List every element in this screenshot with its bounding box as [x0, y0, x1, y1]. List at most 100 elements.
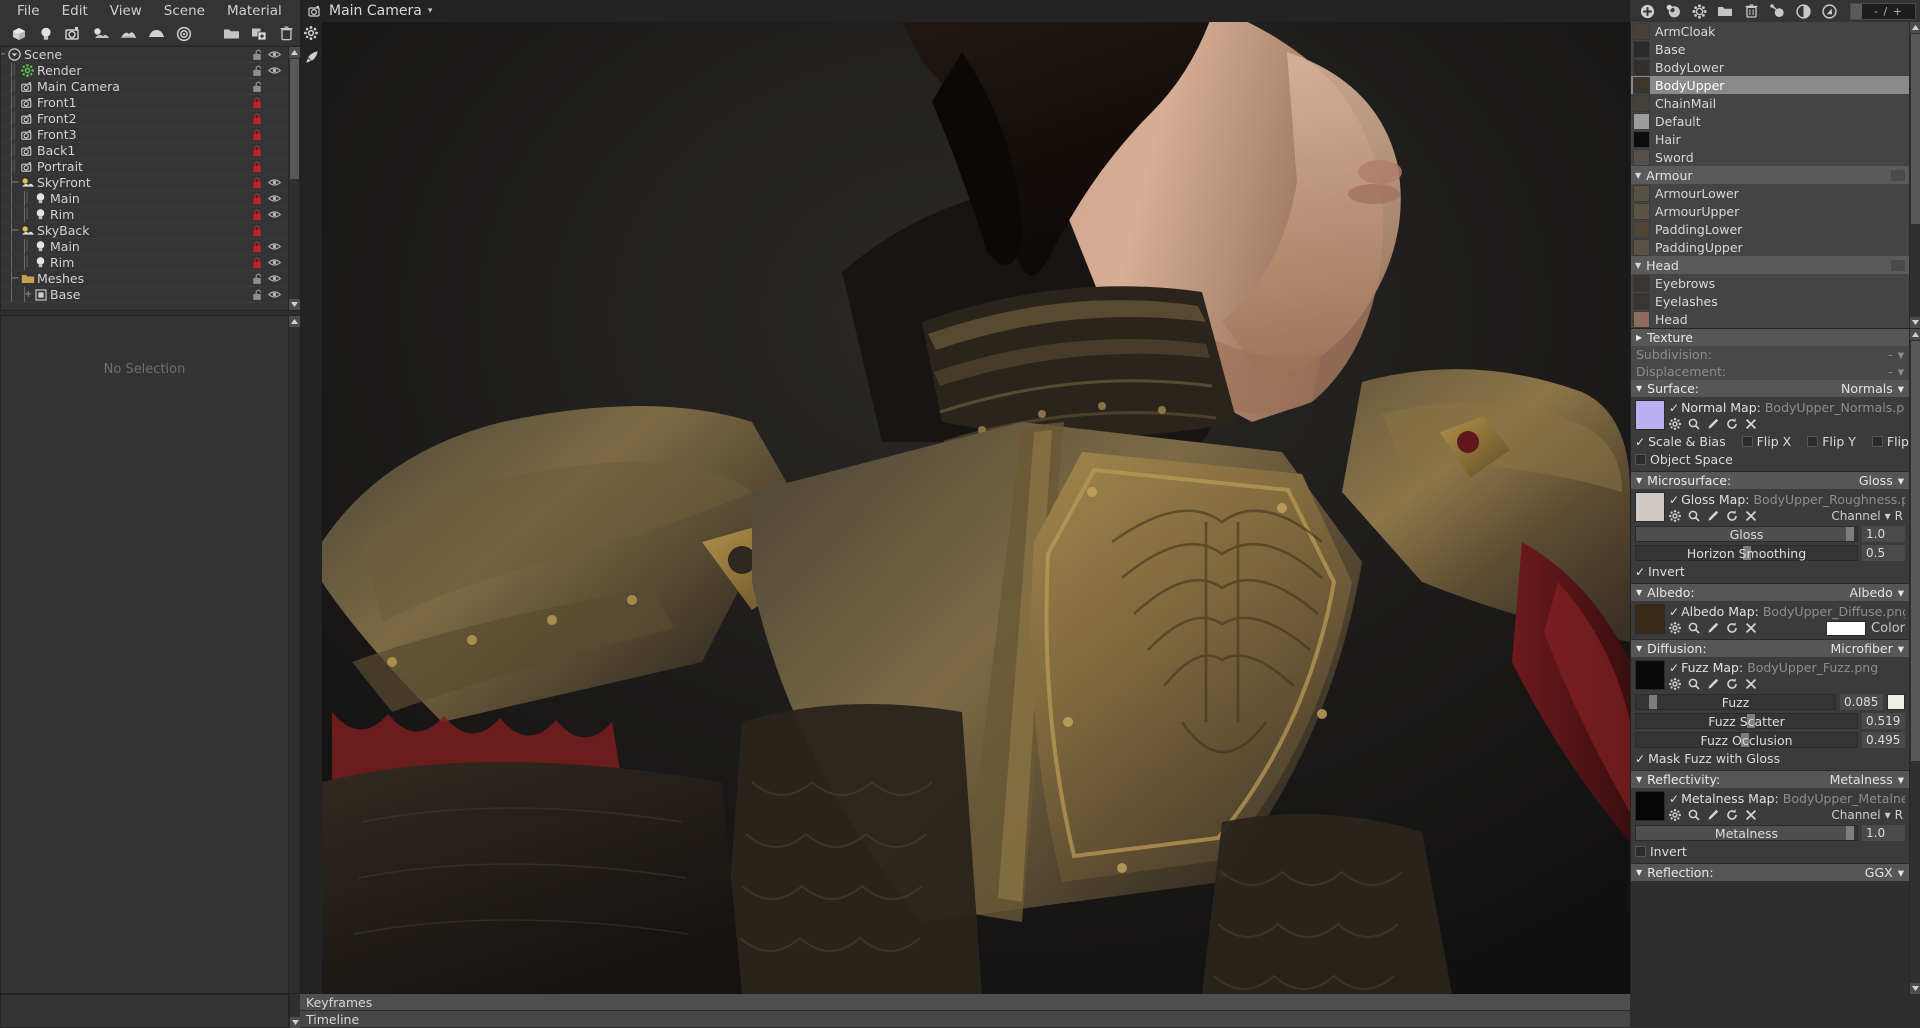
visibility-eye-icon[interactable] [268, 114, 281, 124]
chevron-down-icon[interactable]: ▾ [1898, 585, 1904, 600]
menu-material[interactable]: Material [216, 0, 293, 22]
section-texture[interactable]: ▶ Texture [1631, 329, 1909, 346]
scene-tree-row[interactable]: │ Front1 [1, 95, 288, 111]
visibility-eye-icon[interactable] [268, 290, 281, 300]
gear-icon[interactable] [1669, 809, 1681, 821]
visibility-eye-icon[interactable] [268, 274, 281, 284]
tree-expander[interactable]: − [1, 49, 6, 60]
reflectivity-mode[interactable]: Metalness [1830, 772, 1893, 787]
close-icon[interactable] [1745, 622, 1757, 634]
material-list-item[interactable]: BodyUpper [1631, 76, 1909, 94]
chevron-down-icon[interactable]: ▼ [1636, 588, 1642, 597]
lock-icon[interactable] [252, 225, 263, 237]
horizon-smoothing-slider[interactable]: Horizon Smoothing [1635, 545, 1858, 561]
scene-tree-row[interactable]: │ Main [1, 239, 288, 255]
gloss-channel-selector[interactable]: Channel ▾ R [1831, 509, 1905, 523]
material-list-item[interactable]: Default [1631, 112, 1909, 130]
scene-tree-row[interactable]: + Base [1, 287, 288, 303]
option-invert[interactable]: ✓ Invert [1635, 564, 1685, 579]
option-mask-fuzz-with-gloss[interactable]: ✓ Mask Fuzz with Gloss [1635, 751, 1780, 766]
scroll-up-arrow[interactable] [1909, 22, 1920, 33]
sky-light-icon[interactable] [88, 22, 116, 45]
visibility-eye-icon[interactable] [268, 98, 281, 108]
scene-tree-row[interactable]: − Meshes [1, 271, 288, 287]
chevron-down-icon[interactable]: ▼ [1635, 171, 1641, 180]
scene-tree-row[interactable]: │ Main [1, 191, 288, 207]
reflection-mode[interactable]: GGX [1865, 865, 1893, 880]
scene-tree-row[interactable]: │ Rim [1, 207, 288, 223]
scene-tree-row[interactable]: │ Front3 [1, 127, 288, 143]
material-list-item[interactable]: ChainMail [1631, 94, 1909, 112]
surface-mode[interactable]: Normals [1841, 381, 1893, 396]
refresh-icon[interactable] [1726, 622, 1738, 634]
metalness-map-thumbnail[interactable] [1635, 791, 1665, 821]
fuzz-occlusion-value[interactable]: 0.495 [1862, 732, 1905, 748]
material-group-header[interactable]: ▼ Head [1631, 256, 1909, 274]
menu-view[interactable]: View [99, 0, 153, 22]
search-icon[interactable] [1688, 510, 1700, 522]
lock-icon[interactable] [252, 241, 263, 253]
folder-icon[interactable] [1712, 0, 1738, 22]
light-bulb-icon[interactable] [33, 22, 61, 45]
normal-map-checkbox[interactable]: ✓ [1669, 401, 1679, 415]
scroll-up-arrow[interactable] [288, 316, 300, 327]
fuzz-color-swatch[interactable] [1887, 694, 1905, 710]
chevron-down-icon[interactable]: ▼ [1635, 261, 1641, 270]
viewport-camera-selector[interactable]: Main Camera ▾ [300, 0, 1630, 22]
normal-map-thumbnail[interactable] [1635, 400, 1665, 430]
tree-expander[interactable]: − [11, 177, 19, 188]
metalness-channel-selector[interactable]: Channel ▾ R [1831, 808, 1905, 822]
mesh-icon[interactable] [143, 22, 171, 45]
lock-icon[interactable] [252, 65, 263, 77]
lock-icon[interactable] [252, 177, 263, 189]
scroll-down-arrow[interactable] [1909, 317, 1920, 328]
material-list-item[interactable]: ArmCloak [1631, 22, 1909, 40]
fuzz-slider[interactable]: Fuzz [1635, 694, 1836, 710]
material-list-item[interactable]: ArmourUpper [1631, 202, 1909, 220]
scene-tree-row[interactable]: │ Back1 [1, 143, 288, 159]
diffusion-mode[interactable]: Microfiber [1830, 641, 1892, 656]
search-icon[interactable] [1688, 622, 1700, 634]
fuzz-map-checkbox[interactable]: ✓ [1669, 661, 1679, 675]
fuzz-scatter-value[interactable]: 0.519 [1862, 713, 1905, 729]
section-displacement[interactable]: Displacement: - ▾ [1631, 363, 1909, 380]
menu-scene[interactable]: Scene [153, 0, 216, 22]
albedo-mode[interactable]: Albedo [1849, 585, 1892, 600]
folder-icon[interactable] [217, 22, 245, 45]
close-icon[interactable] [1745, 510, 1757, 522]
duplicate-icon[interactable] [245, 22, 273, 45]
scrollbar-thumb[interactable] [1910, 341, 1920, 761]
horizon-smoothing-value[interactable]: 0.5 [1862, 545, 1905, 561]
tree-expander[interactable]: − [11, 273, 19, 284]
assign-icon[interactable] [1764, 0, 1790, 22]
keyframes-bar[interactable]: Keyframes [300, 994, 1630, 1011]
section-microsurface[interactable]: ▼ Microsurface: Gloss ▾ [1631, 472, 1909, 489]
properties-scrollbar[interactable] [1909, 329, 1920, 994]
scroll-down-arrow[interactable] [289, 1017, 301, 1028]
gear-icon[interactable] [304, 26, 318, 40]
visibility-eye-icon[interactable] [268, 242, 281, 252]
add-material-icon[interactable] [1634, 0, 1660, 22]
tree-expander[interactable]: − [11, 225, 19, 236]
gear-icon[interactable] [1669, 678, 1681, 690]
menu-file[interactable]: File [6, 0, 51, 22]
add-sphere-icon[interactable] [1660, 0, 1686, 22]
lock-icon[interactable] [252, 257, 263, 269]
turntable-icon[interactable] [170, 22, 198, 45]
metalness-value[interactable]: 1.0 [1862, 825, 1905, 841]
chevron-down-icon[interactable]: ▼ [1636, 644, 1642, 653]
chevron-down-icon[interactable]: ▾ [1898, 473, 1904, 488]
material-list-item[interactable]: Sword [1631, 148, 1909, 166]
scroll-down-arrow[interactable] [1909, 983, 1920, 994]
scene-tree-row[interactable]: │ Render [1, 63, 288, 79]
material-list-item[interactable]: BodyLower [1631, 58, 1909, 76]
fuzz-value[interactable]: 0.085 [1840, 694, 1883, 710]
material-list-item[interactable]: PaddingUpper [1631, 238, 1909, 256]
visibility-eye-icon[interactable] [268, 50, 281, 60]
scene-tree-row[interactable]: │ Front2 [1, 111, 288, 127]
cube-icon[interactable] [5, 22, 33, 45]
close-icon[interactable] [1745, 418, 1757, 430]
lock-icon[interactable] [252, 145, 263, 157]
pencil-icon[interactable] [1707, 510, 1719, 522]
scroll-up-arrow[interactable] [1909, 329, 1920, 340]
